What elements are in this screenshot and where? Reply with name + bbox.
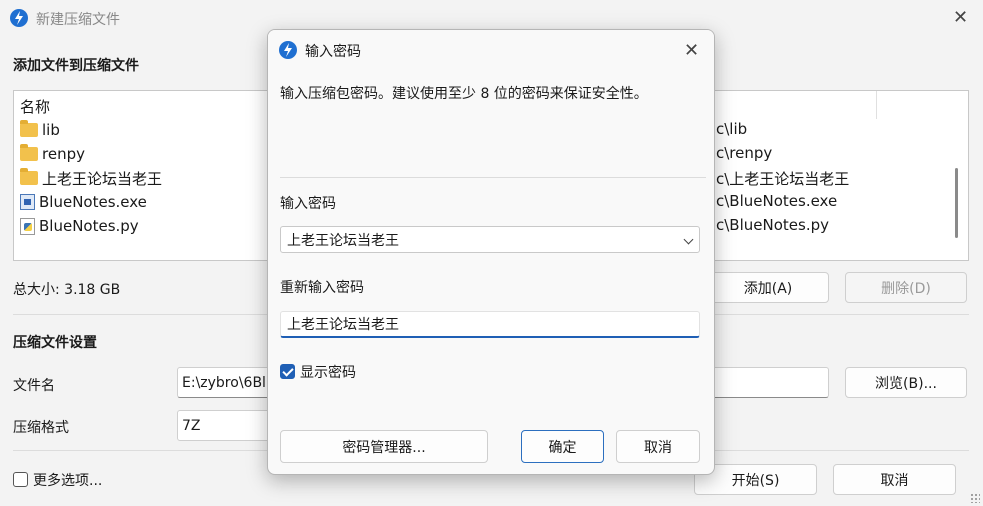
folder-icon xyxy=(20,144,38,161)
list-item[interactable]: renpy xyxy=(20,142,85,166)
password-value: 上老王论坛当老王 xyxy=(287,232,399,249)
list-item[interactable]: BlueNotes.exe xyxy=(20,190,147,214)
list-item[interactable]: lib xyxy=(20,118,60,142)
window-close-icon[interactable]: ✕ xyxy=(953,9,968,27)
list-header-label: 名称 xyxy=(20,97,51,116)
resize-grip[interactable] xyxy=(970,493,980,503)
password-manager-button[interactable]: 密码管理器... xyxy=(280,430,488,463)
file-path: c\上老王论坛当老王 xyxy=(716,170,850,188)
file-path: c\BlueNotes.exe xyxy=(716,192,838,210)
app-logo-icon xyxy=(10,9,28,27)
chevron-down-icon[interactable] xyxy=(683,234,694,245)
password-dialog: 输入密码 ✕ 输入压缩包密码。建议使用至少 8 位的密码来保证安全性。 输入密码… xyxy=(267,29,715,475)
python-file-icon xyxy=(20,217,35,235)
file-path: c\renpy xyxy=(716,144,773,162)
dialog-title-bar: 输入密码 ✕ xyxy=(268,30,714,70)
show-password-checkbox[interactable] xyxy=(280,364,295,379)
file-name: BlueNotes.py xyxy=(39,217,139,235)
exe-file-icon xyxy=(20,194,35,210)
dialog-close-icon[interactable]: ✕ xyxy=(684,42,699,60)
repeat-password-value: 上老王论坛当老王 xyxy=(287,317,399,333)
password-label: 输入密码 xyxy=(280,196,336,212)
archive-settings-heading: 压缩文件设置 xyxy=(13,335,97,351)
column-separator[interactable] xyxy=(876,91,877,119)
file-name: BlueNotes.exe xyxy=(39,193,147,211)
dialog-description: 输入压缩包密码。建议使用至少 8 位的密码来保证安全性。 xyxy=(280,86,648,102)
file-name: renpy xyxy=(42,145,85,163)
filename-label: 文件名 xyxy=(13,378,55,394)
total-size: 总大小: 3.18 GB xyxy=(13,282,121,298)
list-header-name[interactable]: 名称 xyxy=(20,94,50,118)
app-logo-icon xyxy=(279,41,297,59)
window-title: 新建压缩文件 xyxy=(36,12,120,28)
delete-button[interactable]: 删除(D) xyxy=(845,272,967,303)
show-password-label[interactable]: 显示密码 xyxy=(300,362,356,382)
repeat-password-input[interactable]: 上老王论坛当老王 xyxy=(280,311,700,338)
more-options-checkbox[interactable] xyxy=(13,472,28,487)
repeat-password-label: 重新输入密码 xyxy=(280,280,364,296)
dialog-cancel-button[interactable]: 取消 xyxy=(616,430,700,463)
browse-button[interactable]: 浏览(B)... xyxy=(845,367,967,398)
add-button[interactable]: 添加(A) xyxy=(707,272,829,303)
list-item[interactable]: 上老王论坛当老王 xyxy=(20,166,162,190)
file-path: c\lib xyxy=(716,120,748,138)
format-label: 压缩格式 xyxy=(13,420,69,436)
folder-icon xyxy=(20,168,38,185)
folder-icon xyxy=(20,120,38,137)
cancel-button[interactable]: 取消 xyxy=(833,464,956,495)
more-options-label[interactable]: 更多选项... xyxy=(33,470,102,490)
file-name: lib xyxy=(42,121,60,139)
file-name: 上老王论坛当老王 xyxy=(42,169,163,188)
add-files-heading: 添加文件到压缩文件 xyxy=(13,58,139,74)
password-combobox[interactable]: 上老王论坛当老王 xyxy=(280,226,700,253)
list-item[interactable]: BlueNotes.py xyxy=(20,214,139,238)
dialog-title: 输入密码 xyxy=(305,44,361,60)
list-scrollbar[interactable] xyxy=(955,168,958,238)
file-path: c\BlueNotes.py xyxy=(716,216,829,234)
divider xyxy=(280,177,706,178)
ok-button[interactable]: 确定 xyxy=(521,430,604,463)
